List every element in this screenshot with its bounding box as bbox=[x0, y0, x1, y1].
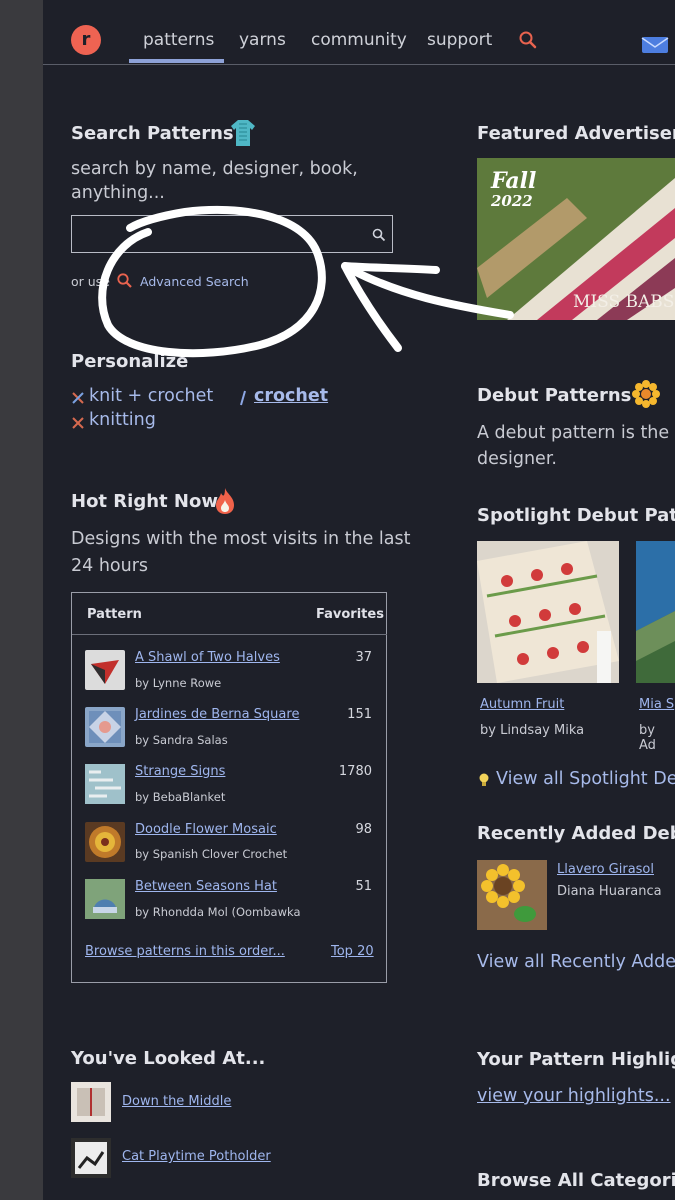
browse-patterns-link[interactable]: Browse patterns in this order... bbox=[85, 944, 285, 959]
recent-item-designer: Diana Huaranca bbox=[557, 884, 662, 899]
nav-support[interactable]: support bbox=[427, 30, 492, 50]
row-thumbnail[interactable] bbox=[85, 764, 125, 804]
or-use-text: or use bbox=[71, 274, 110, 289]
row-thumbnail[interactable] bbox=[85, 650, 125, 690]
mail-icon[interactable] bbox=[641, 36, 669, 58]
advanced-search-link[interactable]: Advanced Search bbox=[140, 274, 249, 289]
personalize-knit-crochet[interactable]: knit + crochet bbox=[89, 386, 213, 406]
table-row-designer: by Lynne Rowe bbox=[135, 676, 222, 690]
col-pattern-header: Pattern bbox=[87, 607, 142, 622]
ad-brand-text: MISS BABS bbox=[573, 292, 675, 312]
table-header-divider bbox=[72, 634, 387, 635]
row-thumbnail[interactable] bbox=[85, 707, 125, 747]
pattern-search-box bbox=[71, 215, 393, 253]
pattern-highlights-title: Your Pattern Highligh bbox=[477, 1049, 675, 1070]
hot-right-now-title: Hot Right Now bbox=[71, 491, 218, 512]
ad-year-text: 2022 bbox=[491, 192, 533, 210]
knit-crochet-icon bbox=[71, 390, 85, 409]
sweater-icon bbox=[230, 118, 256, 152]
recent-item-title[interactable]: Llavero Girasol bbox=[557, 862, 654, 877]
view-all-spotlight-link[interactable]: View all Spotlight De bbox=[496, 769, 675, 789]
lightbulb-icon bbox=[477, 772, 491, 792]
knitting-needles-icon bbox=[71, 415, 85, 434]
looked-at-thumbnail[interactable] bbox=[71, 1138, 111, 1178]
ad-fall-text: Fall bbox=[491, 168, 537, 194]
recent-item-image[interactable] bbox=[477, 860, 547, 930]
row-thumbnail[interactable] bbox=[85, 879, 125, 919]
nav-active-indicator bbox=[129, 59, 224, 63]
table-row-title[interactable]: Doodle Flower Mosaic bbox=[135, 822, 277, 837]
nav-yarns[interactable]: yarns bbox=[239, 30, 286, 50]
left-strip bbox=[0, 0, 43, 1200]
spotlight-title: Spotlight Debut Patte bbox=[477, 505, 675, 526]
featured-advertisers-title: Featured Advertisers bbox=[477, 123, 675, 144]
spotlight-image-autumn-fruit[interactable] bbox=[477, 541, 619, 683]
table-row-title[interactable]: Strange Signs bbox=[135, 764, 225, 779]
col-favorites-header: Favorites bbox=[316, 607, 384, 622]
row-thumbnail[interactable] bbox=[85, 822, 125, 862]
looked-at-item[interactable]: Down the Middle bbox=[122, 1094, 231, 1109]
table-row-favorites: 1780 bbox=[338, 764, 372, 779]
fire-icon bbox=[213, 487, 237, 519]
sunflower-icon bbox=[632, 380, 660, 412]
table-row-designer: by Sandra Salas bbox=[135, 733, 228, 747]
looked-at-title: You've Looked At... bbox=[71, 1048, 266, 1069]
table-row-designer: by Rhondda Mol (Oombawka bbox=[135, 905, 301, 919]
looked-at-thumbnail[interactable] bbox=[71, 1082, 111, 1122]
search-patterns-title: Search Patterns bbox=[71, 123, 234, 144]
spotlight-item-title[interactable]: Mia S bbox=[639, 697, 674, 712]
table-row-favorites: 51 bbox=[355, 879, 372, 894]
table-row-favorites: 37 bbox=[355, 650, 372, 665]
nav-community[interactable]: community bbox=[311, 30, 407, 50]
top-20-link[interactable]: Top 20 bbox=[331, 944, 374, 959]
debut-description-line2: designer. bbox=[477, 449, 557, 469]
crochet-hook-icon bbox=[239, 390, 247, 410]
spotlight-image-second[interactable] bbox=[636, 541, 675, 683]
personalize-title: Personalize bbox=[71, 351, 189, 372]
table-row-title[interactable]: A Shawl of Two Halves bbox=[135, 650, 280, 665]
table-row-favorites: 98 bbox=[355, 822, 372, 837]
nav-patterns[interactable]: patterns bbox=[143, 30, 214, 50]
spotlight-item-designer: by Lindsay Mika bbox=[480, 723, 585, 738]
featured-ad-image[interactable]: Fall 2022 MISS BABS bbox=[477, 158, 675, 320]
spotlight-item-title[interactable]: Autumn Fruit bbox=[480, 697, 564, 712]
nav-divider bbox=[43, 64, 675, 65]
ravelry-logo[interactable]: r bbox=[71, 25, 101, 55]
personalize-crochet[interactable]: crochet bbox=[254, 386, 328, 406]
debut-patterns-title: Debut Patterns bbox=[477, 385, 632, 406]
debut-description-line1: A debut pattern is the fi bbox=[477, 423, 675, 443]
looked-at-item[interactable]: Cat Playtime Potholder bbox=[122, 1149, 271, 1164]
recently-added-title: Recently Added Debu bbox=[477, 823, 675, 844]
personalize-knitting[interactable]: knitting bbox=[89, 410, 156, 430]
search-icon[interactable] bbox=[518, 30, 538, 54]
spotlight-item-designer: by Ad bbox=[639, 723, 656, 753]
table-row-designer: by BebaBlanket bbox=[135, 790, 226, 804]
table-row-title[interactable]: Jardines de Berna Square bbox=[135, 707, 299, 722]
search-description: search by name, designer, book, anything… bbox=[71, 159, 358, 203]
hot-description: Designs with the most visits in the last… bbox=[71, 529, 411, 576]
view-highlights-link[interactable]: view your highlights... bbox=[477, 1086, 671, 1106]
pattern-search-input[interactable] bbox=[72, 216, 372, 252]
table-row-title[interactable]: Between Seasons Hat bbox=[135, 879, 277, 894]
advanced-search-icon bbox=[116, 272, 133, 293]
table-row-favorites: 151 bbox=[347, 707, 372, 722]
table-row-designer: by Spanish Clover Crochet bbox=[135, 847, 288, 861]
view-all-recent-link[interactable]: View all Recently Adde bbox=[477, 952, 675, 972]
browse-all-categories-title: Browse All Categorie bbox=[477, 1170, 675, 1191]
search-submit-icon[interactable] bbox=[372, 227, 386, 246]
